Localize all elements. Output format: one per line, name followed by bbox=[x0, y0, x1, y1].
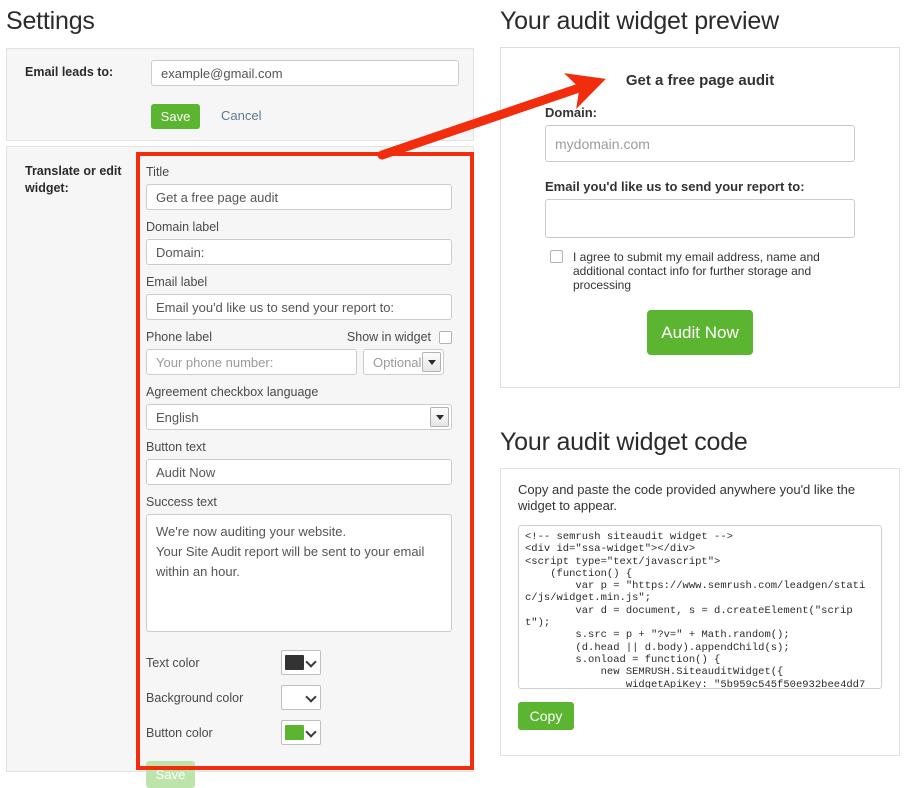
row-button-color: Button color bbox=[146, 716, 452, 749]
show-in-widget-checkbox[interactable] bbox=[439, 330, 452, 344]
email-leads-label: Email leads to: bbox=[25, 65, 114, 79]
title-input[interactable] bbox=[146, 184, 452, 210]
email-label-input[interactable] bbox=[146, 294, 452, 320]
preview-agreement-text: I agree to submit my email address, name… bbox=[573, 250, 820, 292]
widget-preview: Get a free page audit Domain: Email you'… bbox=[500, 47, 900, 388]
success-text-label: Success text bbox=[146, 495, 217, 509]
page-title: Settings bbox=[6, 7, 95, 35]
title-field-label: Title bbox=[146, 165, 170, 179]
field-email-label: Email label bbox=[146, 274, 452, 320]
preview-audit-now-button[interactable]: Audit Now bbox=[647, 310, 753, 355]
field-title: Title bbox=[146, 164, 452, 210]
chevron-down-icon bbox=[307, 728, 316, 737]
domain-field-label: Domain label bbox=[146, 220, 219, 234]
show-in-widget-label: Show in widget bbox=[346, 330, 431, 344]
chevron-down-icon bbox=[430, 407, 449, 427]
widget-code-panel: Copy and paste the code provided anywher… bbox=[500, 468, 900, 756]
widget-editor-form: Title Domain label Email label Phone lab… bbox=[136, 152, 474, 788]
preview-agreement-row: I agree to submit my email address, name… bbox=[545, 250, 855, 292]
field-domain-label: Domain label bbox=[146, 219, 452, 265]
chevron-down-icon bbox=[422, 352, 441, 372]
button-color-label: Button color bbox=[146, 725, 213, 740]
background-color-swatch bbox=[285, 690, 304, 705]
preview-domain-input[interactable] bbox=[545, 125, 855, 162]
preview-agreement-checkbox[interactable] bbox=[550, 250, 563, 263]
settings-column: Settings Email leads to: Save Cancel Tra… bbox=[0, 0, 474, 788]
email-field-label: Email label bbox=[146, 275, 208, 289]
code-instructions: Copy and paste the code provided anywher… bbox=[518, 482, 856, 513]
phone-field-label: Phone label bbox=[146, 330, 213, 344]
domain-label-input[interactable] bbox=[146, 239, 452, 265]
success-text-textarea[interactable]: We're now auditing your website. Your Si… bbox=[146, 514, 452, 632]
field-agreement-language: Agreement checkbox language English bbox=[146, 384, 452, 430]
button-text-input[interactable] bbox=[146, 459, 452, 485]
agreement-language-select[interactable]: English bbox=[146, 404, 452, 430]
translate-or-edit-label: Translate or edit widget: bbox=[25, 164, 122, 195]
preview-section-title: Your audit widget preview bbox=[500, 7, 779, 35]
phone-required-select[interactable]: Optional bbox=[363, 349, 444, 375]
chevron-down-icon bbox=[307, 693, 316, 702]
background-color-label: Background color bbox=[146, 690, 244, 705]
background-color-picker[interactable] bbox=[281, 685, 321, 710]
text-color-picker[interactable] bbox=[281, 650, 321, 675]
save-button[interactable]: Save bbox=[151, 104, 200, 129]
email-leads-panel: Email leads to: Save Cancel bbox=[6, 48, 474, 141]
agreement-language-label: Agreement checkbox language bbox=[146, 385, 319, 399]
button-color-swatch bbox=[285, 725, 304, 740]
phone-required-value: Optional bbox=[373, 354, 422, 370]
widget-save-button[interactable]: Save bbox=[146, 761, 195, 788]
phone-input-row: Optional bbox=[146, 349, 452, 375]
code-snippet[interactable]: <!-- semrush siteaudit widget --> <div i… bbox=[518, 525, 882, 689]
row-text-color: Text color bbox=[146, 646, 452, 679]
preview-email-input[interactable] bbox=[545, 199, 855, 238]
email-leads-input[interactable] bbox=[151, 60, 459, 86]
field-phone-label: Phone label Show in widget Optional bbox=[146, 329, 452, 375]
preview-heading: Get a free page audit bbox=[625, 72, 775, 89]
text-color-swatch bbox=[285, 655, 304, 670]
chevron-down-icon bbox=[307, 658, 316, 667]
preview-column: Your audit widget preview Get a free pag… bbox=[498, 0, 904, 778]
text-color-label: Text color bbox=[146, 655, 200, 670]
button-color-picker[interactable] bbox=[281, 720, 321, 745]
button-text-label: Button text bbox=[146, 440, 206, 454]
copy-button[interactable]: Copy bbox=[518, 702, 574, 730]
field-success-text: Success text We're now auditing your web… bbox=[146, 494, 452, 637]
field-button-text: Button text bbox=[146, 439, 452, 485]
phone-label-input[interactable] bbox=[146, 349, 357, 375]
row-background-color: Background color bbox=[146, 681, 452, 714]
show-in-widget-group: Show in widget bbox=[347, 329, 452, 345]
agreement-language-value: English bbox=[156, 409, 199, 425]
phone-label-header: Phone label Show in widget bbox=[146, 329, 452, 345]
cancel-link[interactable]: Cancel bbox=[221, 108, 261, 123]
preview-email-label: Email you'd like us to send your report … bbox=[545, 179, 805, 194]
preview-domain-label: Domain: bbox=[545, 105, 597, 120]
code-section-title: Your audit widget code bbox=[500, 428, 748, 456]
